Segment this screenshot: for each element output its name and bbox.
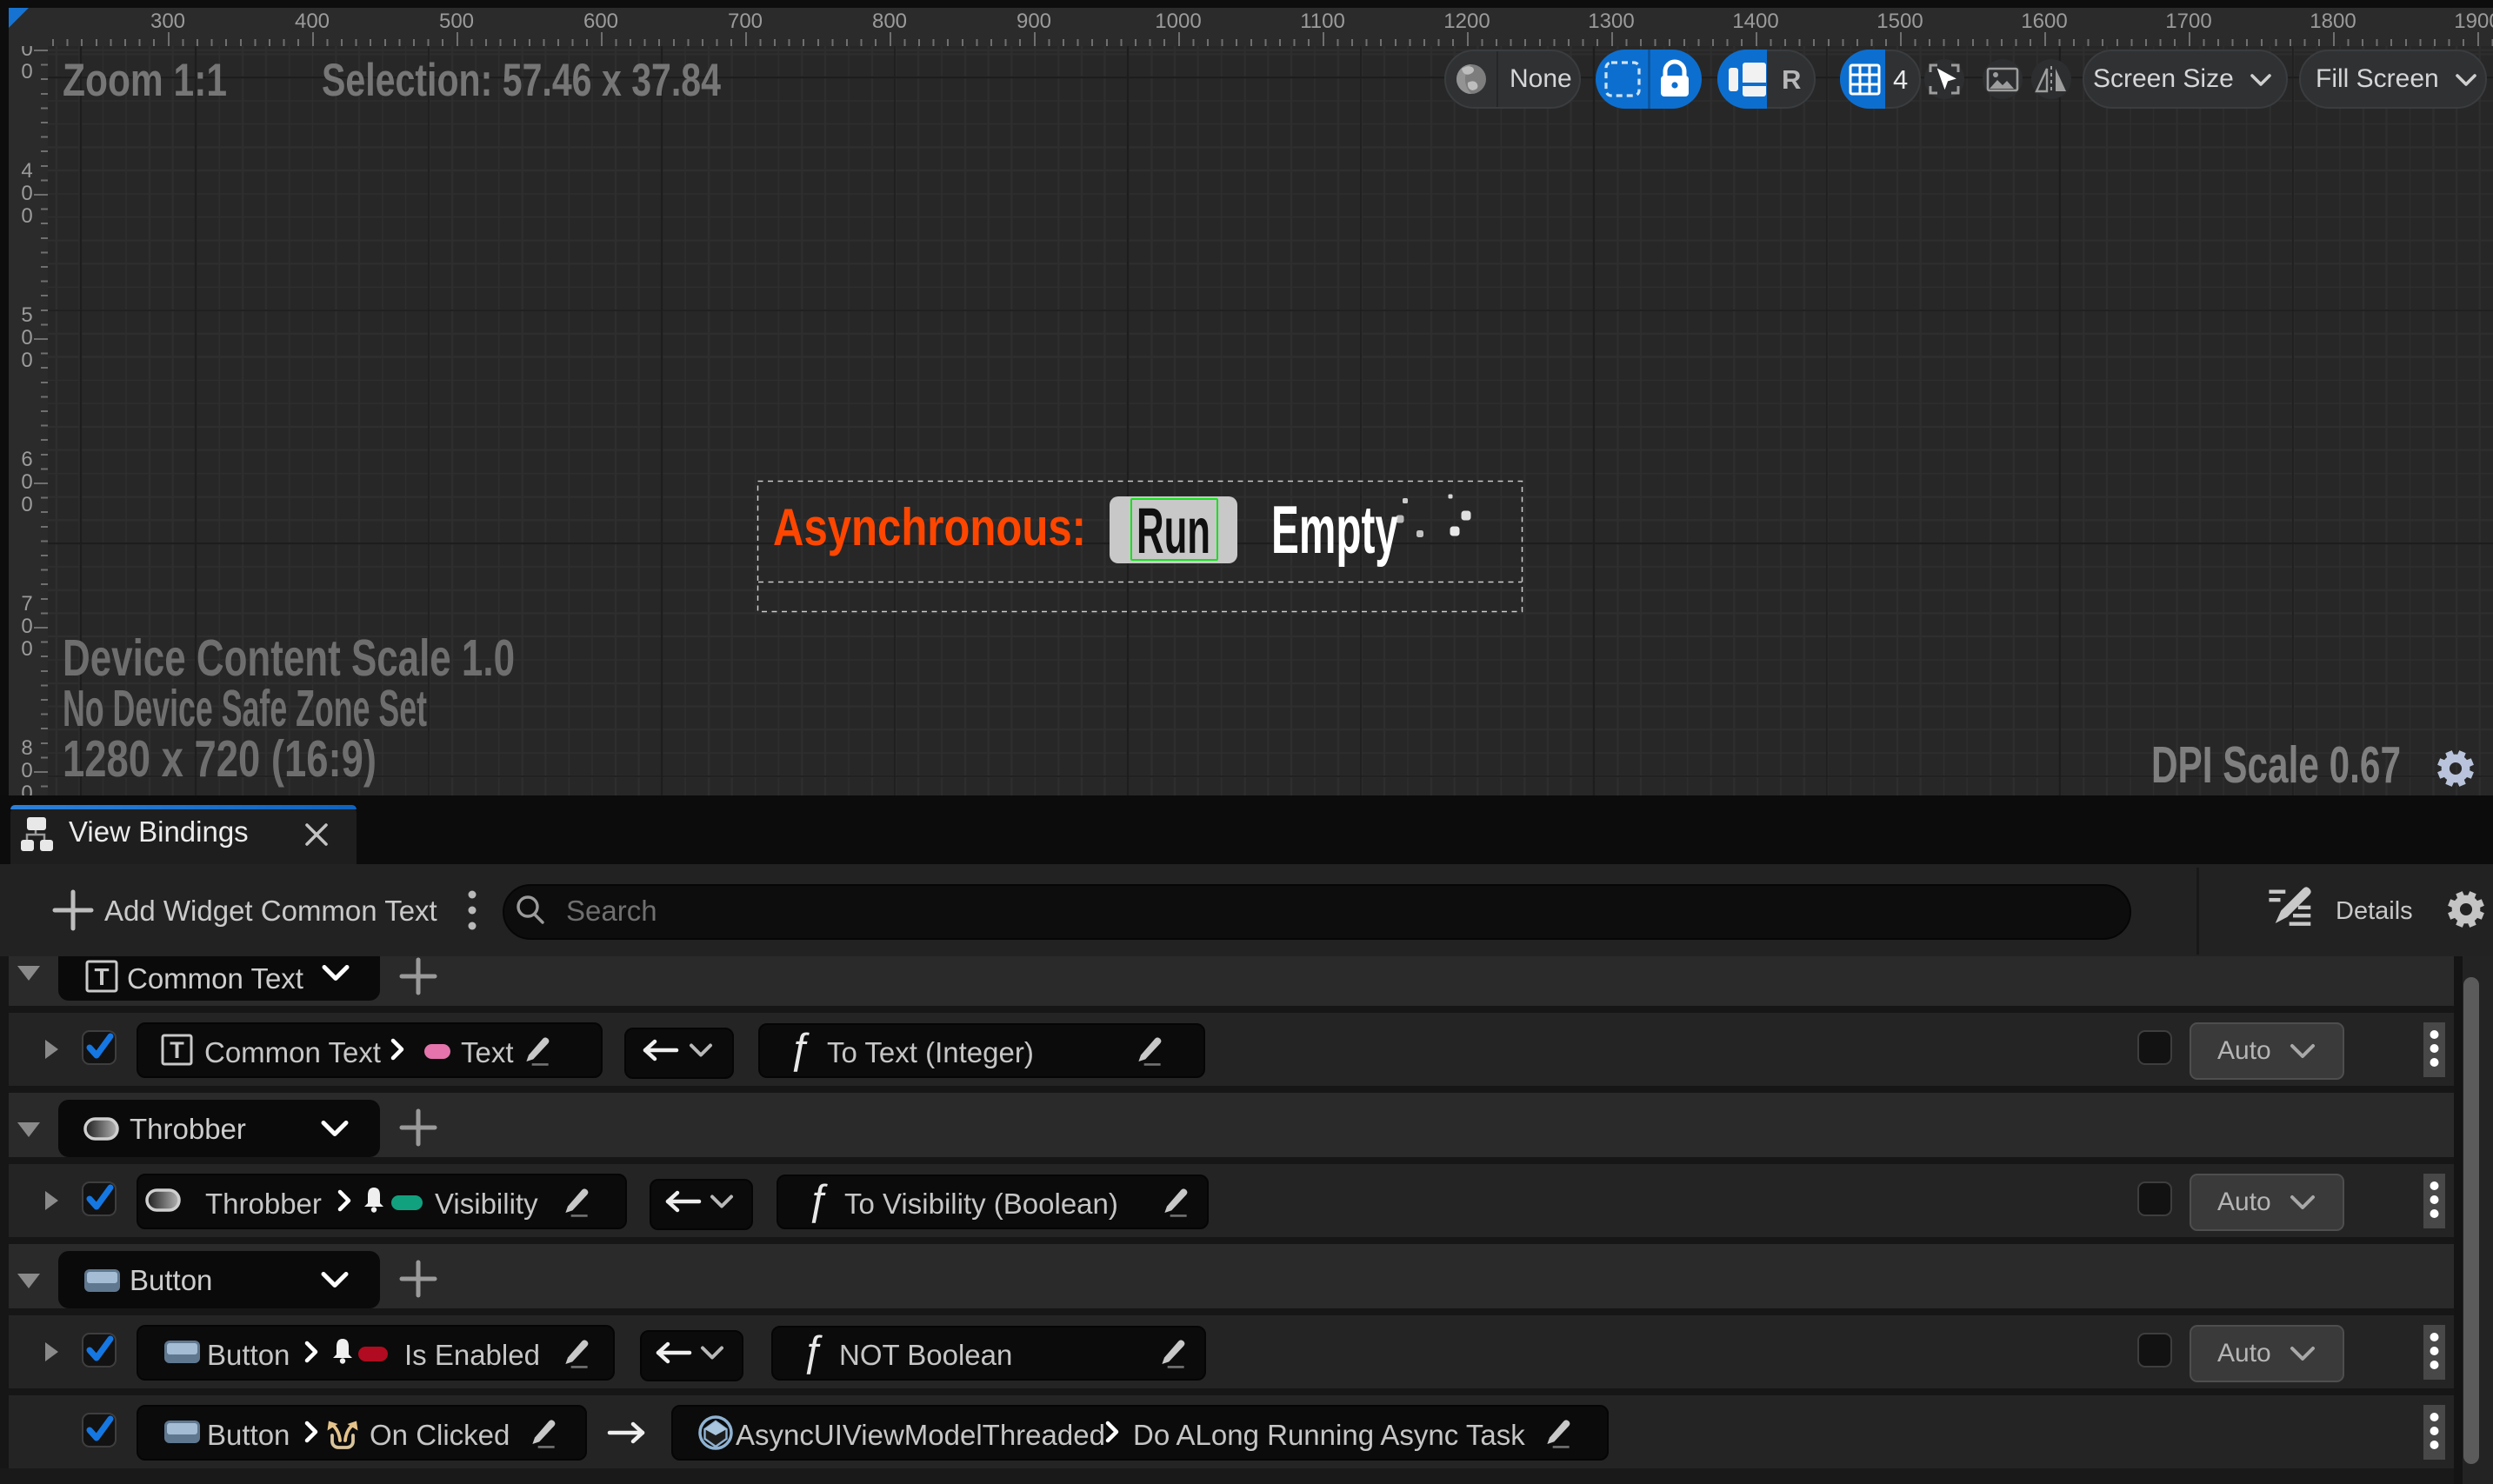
svg-text:Empty: Empty [1271,491,1398,568]
svg-text:T: T [94,963,109,990]
svg-text:Device Content Scale 1.0: Device Content Scale 1.0 [63,629,515,687]
svg-text:ƒ: ƒ [806,1177,830,1223]
svg-text:Asynchronous:: Asynchronous: [773,498,1086,556]
svg-text:Run: Run [1137,495,1210,567]
svg-text:1280 x 720 (16:9): 1280 x 720 (16:9) [63,730,377,788]
svg-text:No Device Safe Zone Set: No Device Safe Zone Set [63,680,427,737]
svg-text:ƒ: ƒ [788,1026,811,1072]
svg-text:T: T [170,1037,184,1063]
svg-text:Selection: 57.46 x 37.84: Selection: 57.46 x 37.84 [322,55,721,106]
svg-text:DPI Scale 0.67: DPI Scale 0.67 [2151,736,2401,794]
svg-text:ƒ: ƒ [801,1328,824,1374]
svg-text:Zoom 1:1: Zoom 1:1 [63,55,227,106]
